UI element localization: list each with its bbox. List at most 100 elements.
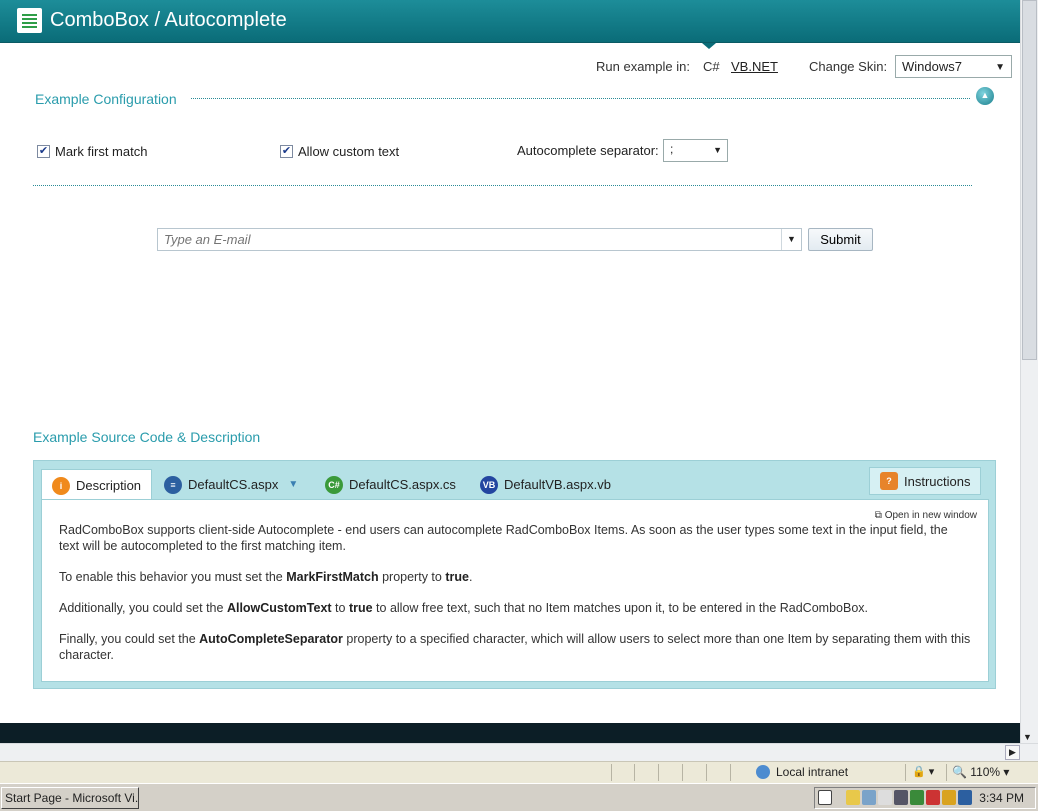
mark-first-match-checkbox[interactable]: ✔ Mark first match <box>37 144 147 159</box>
instructions-icon: ? <box>880 472 898 490</box>
config-divider-top <box>191 98 970 99</box>
property-value: true <box>445 570 469 584</box>
globe-icon <box>756 765 770 779</box>
property-name: AutoCompleteSeparator <box>199 632 343 646</box>
list-icon: ≡ <box>164 475 182 494</box>
taskbar: Start Page - Microsoft Vi... 3:34 PM <box>0 783 1038 811</box>
tab-defaultcs-aspx[interactable]: ≡ DefaultCS.aspx ▼ <box>154 469 308 500</box>
horizontal-scrollbar[interactable]: ▶ <box>0 743 1038 761</box>
email-input[interactable] <box>158 229 778 250</box>
status-divider <box>658 764 659 781</box>
source-section-title: Example Source Code & Description <box>33 429 261 445</box>
vertical-scrollbar[interactable]: ▼ <box>1020 0 1038 744</box>
status-divider <box>611 764 612 781</box>
check-icon[interactable] <box>910 790 924 805</box>
description-paragraph: RadComboBox supports client-side Autocom… <box>59 522 971 554</box>
description-paragraph: Finally, you could set the AutoCompleteS… <box>59 631 971 663</box>
taskbar-window-button[interactable]: Start Page - Microsoft Vi... <box>1 787 139 809</box>
monitor-icon[interactable] <box>894 790 908 805</box>
checkbox-check-icon: ✔ <box>37 145 50 158</box>
security-zone[interactable]: Local intranet <box>756 765 848 779</box>
scrollbar-thumb[interactable] <box>1022 0 1037 360</box>
chevron-down-icon: ▼ <box>995 62 1005 73</box>
status-divider <box>946 764 947 781</box>
source-panel: i Description ≡ DefaultCS.aspx ▼ C# Defa… <box>33 460 996 689</box>
status-divider <box>634 764 635 781</box>
chat-icon[interactable] <box>878 790 892 805</box>
document-icon <box>17 8 42 33</box>
separator-select[interactable]: ; ▼ <box>663 139 728 162</box>
status-divider <box>682 764 683 781</box>
antivirus-icon[interactable] <box>926 790 940 805</box>
separator-label: Autocomplete separator: <box>517 143 659 158</box>
tab-label: Description <box>76 478 142 493</box>
instructions-label: Instructions <box>904 473 971 489</box>
zoom-level: 110% <box>970 765 1001 779</box>
scroll-right-icon[interactable]: ▶ <box>1005 745 1020 760</box>
chevron-left-icon[interactable] <box>834 790 844 805</box>
change-skin-label: Change Skin: <box>809 59 888 74</box>
description-paragraph: To enable this behavior you must set the… <box>59 569 971 585</box>
submit-button[interactable]: Submit <box>808 228 873 251</box>
tray-icons <box>818 790 972 805</box>
lang-cs-link[interactable]: C# <box>703 59 720 74</box>
status-divider <box>706 764 707 781</box>
property-value: true <box>348 601 373 615</box>
browser-page: ComboBox / Autocomplete Run example in: … <box>0 0 1038 811</box>
paragraph-text: To enable this behavior you must set the <box>59 570 287 584</box>
chevron-down-icon[interactable]: ▼ <box>781 229 801 250</box>
cs-file-icon: C# <box>325 475 343 494</box>
help-icon[interactable] <box>818 790 832 805</box>
paragraph-text: RadComboBox supports client-side Autocom… <box>59 523 948 553</box>
config-divider-bottom <box>33 185 972 186</box>
skin-select-value: Windows7 <box>902 59 962 74</box>
open-new-window-link[interactable]: ⧉ Open in new window <box>875 508 977 524</box>
tab-defaultcs-aspx-cs[interactable]: C# DefaultCS.aspx.cs <box>315 469 466 500</box>
zoom-control[interactable]: 🔍 110% ▾ <box>952 765 1009 779</box>
status-bar: Local intranet 🔒 ▾ 🔍 110% ▾ <box>0 761 1038 783</box>
info-icon: i <box>52 476 70 495</box>
update-icon[interactable] <box>942 790 956 805</box>
description-content: ⧉ Open in new window RadComboBox support… <box>41 499 989 682</box>
email-combobox[interactable]: ▼ <box>157 228 802 251</box>
clock: 3:34 PM <box>979 791 1024 805</box>
page-footer-band <box>0 723 1020 744</box>
system-tray: 3:34 PM <box>814 787 1036 809</box>
status-divider <box>730 764 731 781</box>
vb-file-icon: VB <box>480 475 498 494</box>
paragraph-text: to <box>331 601 349 615</box>
app-tray-icon[interactable] <box>958 790 972 805</box>
allow-custom-text-label: Allow custom text <box>298 144 400 159</box>
tab-label: DefaultVB.aspx.vb <box>504 477 611 492</box>
example-config-title: Example Configuration <box>35 91 177 107</box>
paragraph-text: property to <box>378 570 446 584</box>
property-name: AllowCustomText <box>226 601 332 615</box>
collapse-icon[interactable]: ▲ <box>976 87 994 105</box>
tab-label: DefaultCS.aspx <box>188 477 279 492</box>
zone-label: Local intranet <box>776 765 849 779</box>
open-new-window-label: Open in new window <box>884 510 977 521</box>
protected-mode-icon[interactable]: 🔒 ▾ <box>912 765 934 778</box>
scroll-down-icon[interactable]: ▼ <box>1023 732 1032 742</box>
status-divider <box>905 764 906 781</box>
lang-vb-link[interactable]: VB.NET <box>731 59 778 74</box>
paragraph-text: . <box>468 570 473 584</box>
instructions-button[interactable]: ? Instructions <box>869 467 982 495</box>
mark-first-match-label: Mark first match <box>55 144 148 159</box>
network-icon[interactable] <box>862 790 876 805</box>
allow-custom-text-checkbox[interactable]: ✔ Allow custom text <box>280 144 399 159</box>
property-name: MarkFirstMatch <box>286 570 379 584</box>
description-paragraph: Additionally, you could set the AllowCus… <box>59 600 971 616</box>
paragraph-text: to allow free text, such that no Item ma… <box>372 601 868 615</box>
tab-description[interactable]: i Description <box>41 469 153 501</box>
chevron-down-icon[interactable]: ▼ <box>288 479 298 490</box>
tab-defaultvb-aspx-vb[interactable]: VB DefaultVB.aspx.vb <box>470 469 621 500</box>
checkbox-check-icon: ✔ <box>280 145 293 158</box>
page-header: ComboBox / Autocomplete <box>0 0 1020 43</box>
tab-label: DefaultCS.aspx.cs <box>349 477 456 492</box>
run-example-label: Run example in: <box>596 59 690 74</box>
shield-icon[interactable] <box>846 790 860 805</box>
page-title: ComboBox / Autocomplete <box>50 9 287 31</box>
skin-select[interactable]: Windows7 ▼ <box>895 55 1012 78</box>
header-pointer <box>702 43 716 49</box>
